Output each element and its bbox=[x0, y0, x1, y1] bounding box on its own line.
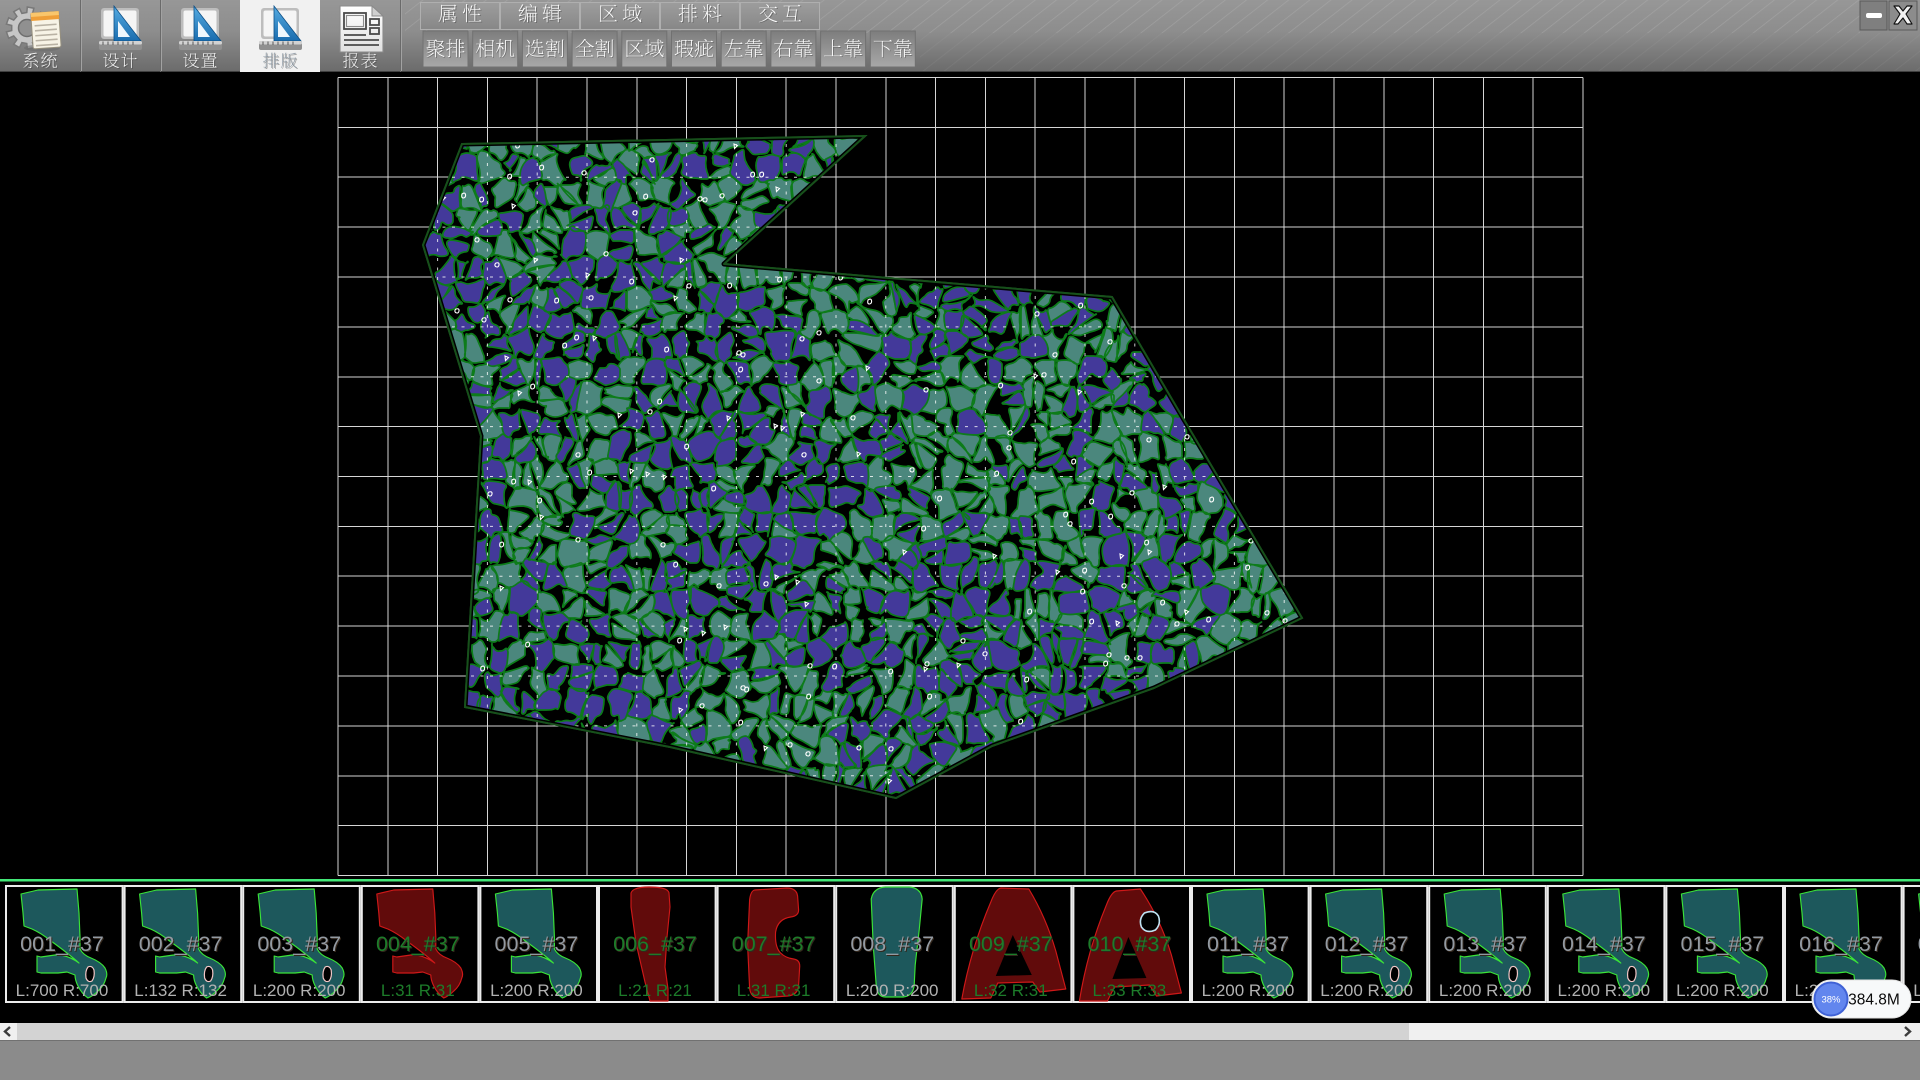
svg-text:L:200 R:200: L:200 R:200 bbox=[1557, 981, 1650, 1000]
svg-text:L:200 R:200: L:200 R:200 bbox=[253, 981, 346, 1000]
svg-text:384.8M: 384.8M bbox=[1848, 992, 1900, 1009]
svg-text:004_#37: 004_#37 bbox=[376, 932, 460, 956]
svg-text:005_#37: 005_#37 bbox=[495, 932, 579, 956]
svg-text:015_#37: 015_#37 bbox=[1681, 932, 1765, 956]
svg-text:008_#37: 008_#37 bbox=[850, 932, 934, 956]
svg-text:L:33 R:33: L:33 R:33 bbox=[1093, 981, 1167, 1000]
svg-text:38%: 38% bbox=[1821, 995, 1841, 1006]
svg-text:L:200 R:200: L:200 R:200 bbox=[846, 981, 939, 1000]
svg-text:014_#37: 014_#37 bbox=[1562, 932, 1646, 956]
svg-text:L:32 R:31: L:32 R:31 bbox=[974, 981, 1048, 1000]
svg-text:L:31 R:31: L:31 R:31 bbox=[737, 981, 811, 1000]
svg-text:016_#37: 016_#37 bbox=[1799, 932, 1883, 956]
svg-text:L:200 R:200: L:200 R:200 bbox=[1202, 981, 1295, 1000]
svg-text:L:200 R:200: L:200 R:200 bbox=[1676, 981, 1769, 1000]
svg-text:010_#37: 010_#37 bbox=[1088, 932, 1172, 956]
svg-text:009_#37: 009_#37 bbox=[969, 932, 1053, 956]
svg-text:L:200 R:200: L:200 R:200 bbox=[1913, 981, 1920, 1000]
svg-text:L:21 R:21: L:21 R:21 bbox=[618, 981, 692, 1000]
svg-text:002_#37: 002_#37 bbox=[139, 932, 223, 956]
svg-text:003_#37: 003_#37 bbox=[257, 932, 341, 956]
svg-text:011_#37: 011_#37 bbox=[1207, 932, 1289, 956]
svg-text:L:31 R:31: L:31 R:31 bbox=[381, 981, 455, 1000]
svg-text:L:700 R:700: L:700 R:700 bbox=[16, 981, 109, 1000]
svg-text:006_#37: 006_#37 bbox=[613, 932, 697, 956]
svg-text:L:200 R:200: L:200 R:200 bbox=[1320, 981, 1413, 1000]
svg-text:L:200 R:200: L:200 R:200 bbox=[1439, 981, 1532, 1000]
svg-text:L:200 R:200: L:200 R:200 bbox=[490, 981, 583, 1000]
svg-text:001_#37: 001_#37 bbox=[20, 932, 104, 956]
svg-text:007_#37: 007_#37 bbox=[732, 932, 816, 956]
svg-text:013_#37: 013_#37 bbox=[1443, 932, 1527, 956]
svg-text:L:132 R:132: L:132 R:132 bbox=[134, 981, 227, 1000]
svg-text:012_#37: 012_#37 bbox=[1325, 932, 1409, 956]
